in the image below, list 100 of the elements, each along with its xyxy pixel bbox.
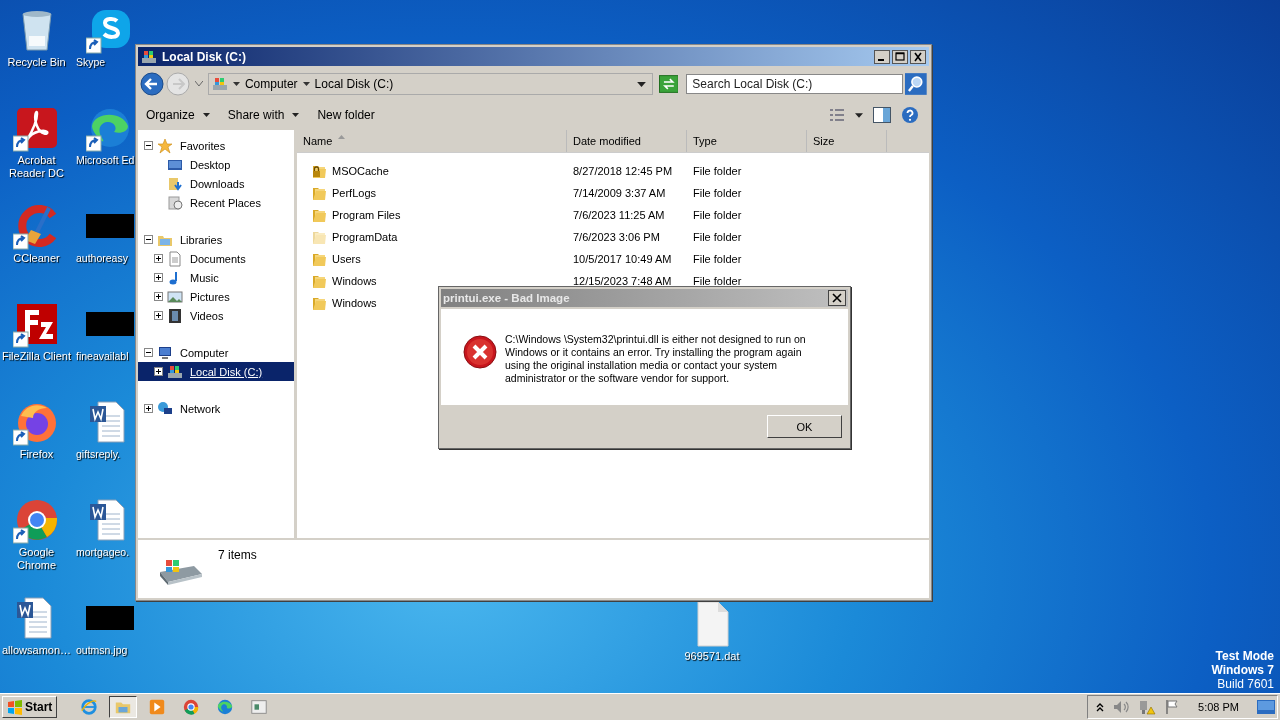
- table-cell: 12/15/2023 7:48 AM: [573, 275, 672, 287]
- search-icon[interactable]: [905, 73, 927, 95]
- view-options-icon[interactable]: [829, 108, 845, 122]
- expand-icon[interactable]: [154, 273, 163, 282]
- caret-icon[interactable]: [636, 81, 646, 87]
- taskbar-button[interactable]: [109, 696, 138, 718]
- ok-button[interactable]: OK: [767, 415, 842, 438]
- icon-label: outmsn.jpg: [75, 644, 128, 657]
- nav-item[interactable]: Libraries: [177, 232, 226, 247]
- preview-pane-icon[interactable]: [873, 107, 891, 123]
- clock[interactable]: 5:08 PM: [1198, 701, 1239, 713]
- collapse-icon[interactable]: [144, 141, 153, 150]
- file-name[interactable]: PerfLogs: [332, 187, 377, 199]
- table-cell: 7/6/2023 3:06 PM: [573, 231, 660, 243]
- breadcrumb-item[interactable]: Local Disk (C:): [314, 77, 394, 91]
- file-name[interactable]: Windows: [332, 275, 377, 287]
- column-header[interactable]: Name: [297, 130, 567, 152]
- expand-icon[interactable]: [144, 404, 153, 413]
- error-message: C:\Windows \System32\printui.dll is either not designed to run on Windows or it contains an error. Try installing the program again using the original installation media or contact your system administrator or the software vendor for support.: [505, 333, 807, 385]
- browser-icon: [80, 698, 99, 716]
- file-name[interactable]: ProgramData: [332, 231, 398, 243]
- search-field[interactable]: Search Local Disk (C:): [686, 74, 904, 94]
- expand-icon[interactable]: [154, 311, 163, 320]
- icon-label: Google Chrome: [15, 546, 58, 572]
- file-name[interactable]: Program Files: [332, 209, 401, 221]
- icon-label: Firefox: [19, 448, 54, 461]
- minimize-icon[interactable]: [874, 49, 890, 64]
- icon-label: FileZilla Client: [1, 350, 72, 363]
- sort-arrow-icon: [338, 135, 346, 139]
- icon-label: fineavailabl: [75, 350, 129, 363]
- play-icon: [148, 698, 167, 716]
- nav-item[interactable]: Computer: [177, 345, 232, 360]
- browser-icon: [216, 698, 235, 716]
- nav-item[interactable]: Network: [177, 401, 224, 416]
- column-header[interactable]: Date modified: [567, 130, 687, 152]
- icon-label: CCleaner: [13, 252, 60, 265]
- table-cell: File folder: [693, 187, 742, 199]
- toolbar-button[interactable]: Organize: [142, 105, 214, 125]
- file-name[interactable]: Windows: [332, 297, 377, 309]
- icon-label: giftsreply.: [75, 448, 121, 461]
- address-bar[interactable]: Computer Local Disk (C:): [207, 73, 653, 95]
- table-cell: 7/6/2023 11:25 AM: [573, 209, 665, 221]
- toolbar-button[interactable]: Share with: [223, 105, 304, 125]
- computer-icon: [157, 344, 173, 361]
- start-button[interactable]: Start: [2, 696, 58, 718]
- nav-item[interactable]: Favorites: [177, 138, 229, 153]
- flag-icon[interactable]: [1164, 699, 1181, 715]
- nav-item[interactable]: Desktop: [187, 157, 234, 172]
- caret-icon[interactable]: [855, 112, 863, 118]
- nav-item[interactable]: Pictures: [187, 289, 233, 304]
- network-icon: [157, 400, 173, 417]
- window-icon: [250, 698, 269, 716]
- nav-item[interactable]: Music: [187, 270, 222, 285]
- breadcrumb-item[interactable]: Computer: [244, 77, 298, 91]
- icon-label: Microsoft Ed: [75, 154, 135, 167]
- disk-icon: [211, 76, 228, 92]
- refresh-icon[interactable]: [658, 75, 679, 93]
- icon-label: Acrobat Reader DC: [8, 154, 65, 180]
- icon-label: allowsamon…: [1, 644, 72, 657]
- nav-item[interactable]: Downloads: [187, 176, 248, 191]
- disk-icon: [141, 48, 157, 65]
- help-icon[interactable]: [901, 106, 919, 124]
- system-notice: Test Mode: [1215, 649, 1274, 663]
- error-icon: [463, 335, 497, 369]
- recent-icon: [167, 194, 183, 211]
- close-icon[interactable]: [910, 49, 926, 64]
- caret-icon: [292, 113, 300, 117]
- collapse-icon[interactable]: [144, 235, 153, 244]
- network-warning-icon[interactable]: [1138, 699, 1157, 715]
- item-count: 7 items: [218, 548, 257, 562]
- windows-logo-icon: [7, 699, 23, 715]
- toolbar-button[interactable]: New folder: [313, 105, 379, 125]
- expand-icon[interactable]: [154, 367, 163, 376]
- back-button[interactable]: [140, 72, 164, 96]
- icon-label: Recycle Bin: [7, 56, 66, 69]
- videos-icon: [167, 307, 183, 324]
- nav-item[interactable]: Videos: [187, 308, 227, 323]
- close-icon[interactable]: [828, 290, 846, 306]
- nav-item[interactable]: Recent Places: [187, 195, 264, 210]
- expand-icon[interactable]: [154, 254, 163, 263]
- file-name[interactable]: Users: [332, 253, 361, 265]
- icon-label: mortgageo.: [75, 546, 130, 559]
- icon-label: Skype: [75, 56, 106, 69]
- star-icon: [157, 137, 173, 154]
- downloads-icon: [167, 175, 183, 192]
- caret-icon[interactable]: [232, 82, 240, 86]
- expand-icon[interactable]: [154, 292, 163, 301]
- pictures-icon: [167, 288, 183, 305]
- collapse-icon[interactable]: [144, 348, 153, 357]
- caret-icon[interactable]: [302, 82, 310, 86]
- table-cell: 7/14/2009 3:37 AM: [573, 187, 666, 199]
- table-cell: 8/27/2018 12:45 PM: [573, 165, 673, 177]
- nav-item[interactable]: Documents: [187, 251, 249, 266]
- chevron-up-icon[interactable]: [1096, 702, 1105, 712]
- column-header[interactable]: Type: [687, 130, 807, 152]
- column-header[interactable]: Size: [807, 130, 887, 152]
- file-name[interactable]: MSOCache: [332, 165, 389, 177]
- table-cell: File folder: [693, 253, 742, 265]
- maximize-icon[interactable]: [892, 49, 908, 64]
- window-title: Local Disk (C:): [162, 49, 246, 64]
